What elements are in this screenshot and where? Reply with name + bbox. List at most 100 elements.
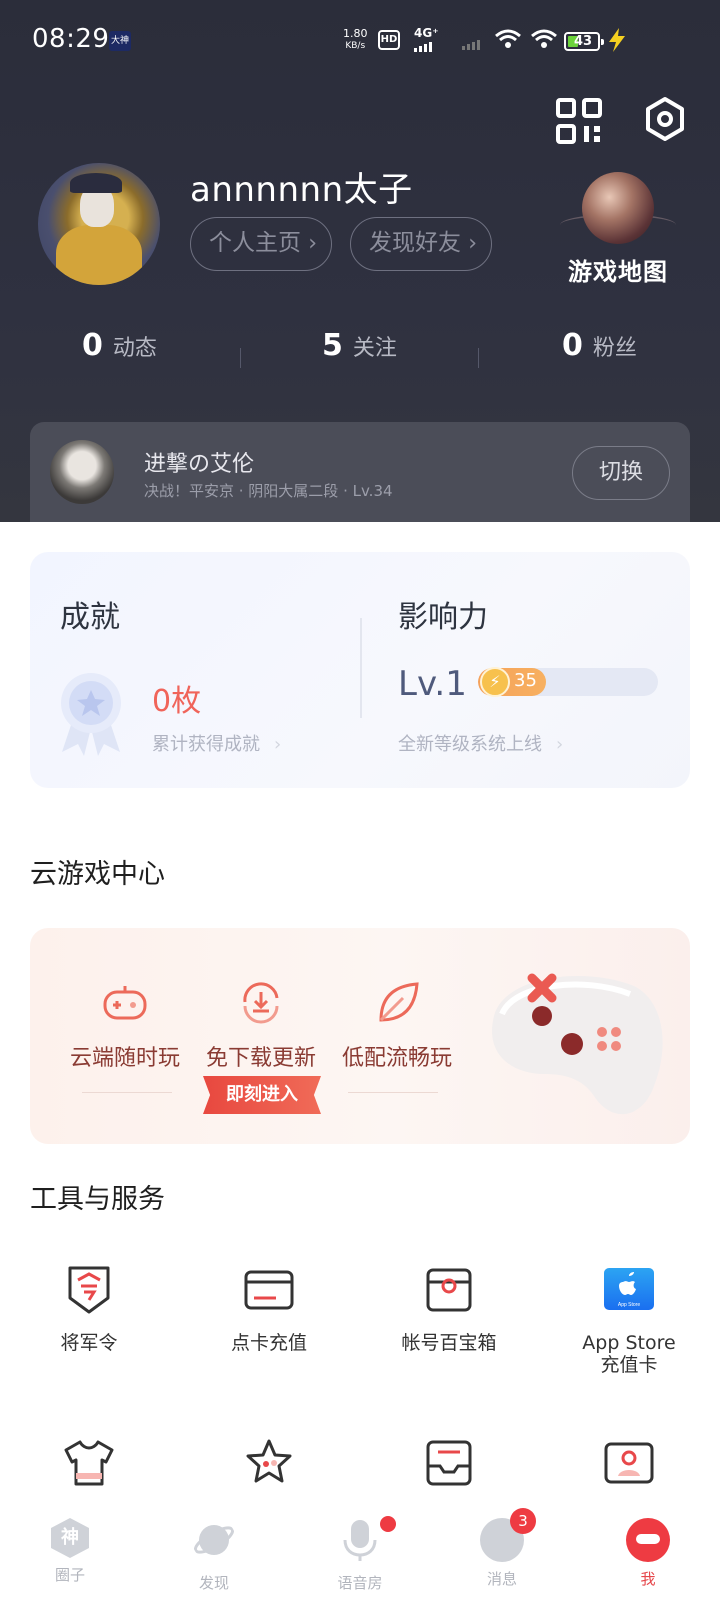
feature-low-spec: 低配流畅玩 (332, 978, 462, 1072)
stat-followers-count: 0 (562, 328, 583, 363)
chevron-right-icon: › (308, 231, 317, 256)
lightning-icon: ⚡ (480, 667, 510, 697)
tool-favorites[interactable] (189, 1436, 349, 1494)
stat-following-label: 关注 (352, 336, 397, 361)
tool-label: App Store 充值卡 (582, 1332, 676, 1376)
chevron-right-icon: › (274, 734, 282, 755)
tab-label: 消息 (486, 1570, 517, 1588)
game-role-card[interactable]: 进撃の艾伦 决战！平安京 · 阴阳大属二段 · Lv.34 切换 (30, 422, 690, 522)
achievement-title: 成就 (60, 600, 120, 635)
treasure-box-icon (426, 1268, 472, 1312)
status-time: 08:29 (32, 24, 110, 54)
id-card-icon (604, 1442, 654, 1484)
planet-icon (193, 1525, 235, 1555)
tool-app-store-card[interactable]: App Store App Store 充值卡 (549, 1262, 709, 1376)
profile-stats: 0 动态 5 关注 0 粉丝 (0, 328, 720, 388)
influence-title: 影响力 (398, 600, 488, 635)
settings-button[interactable] (642, 96, 688, 142)
tool-id-card[interactable] (549, 1436, 709, 1494)
tool-account-treasure-box[interactable]: 帐号百宝箱 (369, 1262, 529, 1354)
tab-messages[interactable]: 3 消息 (452, 1508, 552, 1589)
dashen-app-icon: 大神 (109, 31, 131, 51)
network-speed-value: 1.80 (343, 27, 368, 40)
find-friends-label: 发现好友 (369, 230, 461, 256)
feature-label: 云端随时玩 (69, 1046, 180, 1071)
influence-points: 35 (514, 670, 537, 691)
tshirt-icon (64, 1440, 114, 1486)
profile-header: 08:29 大神 1.80 KB/s HD 4G⁺ 43 annnnnn太子 个… (0, 0, 720, 522)
leaf-icon (379, 982, 419, 1022)
tab-discover[interactable]: 发现 (164, 1518, 264, 1593)
stat-posts-label: 动态 (112, 336, 157, 361)
stat-followers[interactable]: 0 粉丝 (562, 328, 637, 363)
voice-room-red-dot (380, 1516, 396, 1532)
card-icon (244, 1270, 294, 1310)
role-avatar (50, 440, 114, 504)
battery-icon: 43 (564, 32, 604, 51)
stat-posts-count: 0 (82, 328, 103, 363)
tab-voice-room[interactable]: 语音房 (310, 1516, 410, 1593)
find-friends-button[interactable]: 发现好友 › (350, 217, 492, 271)
tool-general-token[interactable]: 将军令 (9, 1262, 169, 1354)
network-type: 4G⁺ (414, 26, 439, 40)
battery-level: 43 (574, 34, 593, 49)
hd-icon: HD (378, 30, 400, 50)
achievement-link[interactable]: 累计获得成就 › (152, 730, 281, 756)
influence-level: Lv.1 (398, 664, 467, 704)
app-store-icon: App Store (604, 1268, 654, 1310)
bottom-tab-bar: 神 圈子 发现 语音房 3 消息 我 (0, 1504, 720, 1605)
tab-label: 发现 (198, 1574, 229, 1592)
stat-followers-label: 粉丝 (592, 336, 637, 361)
feature-label: 低配流畅玩 (341, 1046, 452, 1071)
achievement-count: 0枚 (152, 684, 202, 719)
tool-outfit[interactable] (9, 1436, 169, 1494)
divider-line (348, 1092, 438, 1093)
tool-inbox[interactable] (369, 1436, 529, 1494)
network-speed: 1.80 KB/s (343, 28, 368, 52)
card-divider (360, 618, 362, 718)
tools-services-title: 工具与服务 (30, 1184, 165, 1215)
shen-icon: 神 (51, 1518, 89, 1558)
planet-icon[interactable] (582, 172, 654, 244)
tab-me[interactable]: 我 (598, 1518, 698, 1589)
personal-homepage-label: 个人主页 (209, 230, 301, 256)
switch-role-button[interactable]: 切换 (572, 446, 670, 500)
signal-strength-2-icon (462, 40, 480, 50)
tab-label: 圈子 (54, 1566, 85, 1584)
personal-homepage-button[interactable]: 个人主页 › (190, 217, 332, 271)
divider-line (82, 1092, 172, 1093)
achievement-subtitle: 累计获得成就 (152, 734, 260, 755)
gamepad-icon (103, 986, 147, 1020)
shield-icon (68, 1266, 110, 1314)
tab-label: 语音房 (337, 1574, 383, 1592)
tool-label: 将军令 (60, 1332, 118, 1354)
tab-circle[interactable]: 神 圈子 (20, 1518, 120, 1585)
status-bar: 08:29 大神 1.80 KB/s HD 4G⁺ 43 (0, 0, 720, 80)
role-name: 进撃の艾伦 (144, 452, 255, 477)
me-icon (626, 1518, 670, 1562)
feature-play-anytime: 云端随时玩 (60, 978, 190, 1072)
medal-icon (61, 673, 121, 756)
enter-now-button[interactable]: 即刻进入 (203, 1076, 321, 1114)
influence-link[interactable]: 全新等级系统上线 › (398, 730, 563, 756)
stat-following[interactable]: 5 关注 (322, 328, 397, 363)
stat-divider (478, 348, 479, 368)
cloud-game-card[interactable]: 云端随时玩 免下载更新 低配流畅玩 即刻进入 (30, 928, 690, 1144)
tab-label: 我 (640, 1570, 656, 1588)
app-store-badge-text: App Store (618, 1302, 640, 1308)
game-map-label[interactable]: 游戏地图 (566, 252, 670, 287)
stat-following-count: 5 (322, 328, 343, 363)
tool-label: 点卡充值 (230, 1332, 307, 1354)
microphone-icon (343, 1520, 377, 1561)
charging-icon (609, 28, 625, 52)
network-speed-unit: KB/s (345, 41, 366, 51)
cloud-game-center-title: 云游戏中心 (30, 859, 165, 890)
feature-label: 免下载更新 (205, 1046, 316, 1071)
user-avatar[interactable] (38, 163, 160, 285)
chevron-right-icon: › (556, 734, 564, 755)
stat-posts[interactable]: 0 动态 (82, 328, 157, 363)
username: annnnnn太子 (190, 170, 413, 210)
qr-code-button[interactable] (556, 98, 602, 144)
tool-card-recharge[interactable]: 点卡充值 (189, 1262, 349, 1354)
message-badge: 3 (510, 1508, 536, 1534)
